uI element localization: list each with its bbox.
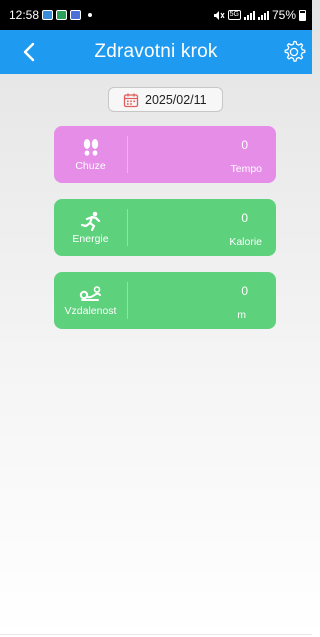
date-selector[interactable]: 2025/02/11 [108,87,223,112]
walk-card-unit: Tempo [230,163,262,175]
gear-icon [284,40,306,62]
distance-card[interactable]: Vzdalenost 0 m [54,272,276,329]
energy-card-label: Energie [72,232,109,245]
bottom-divider [0,634,312,635]
chevron-left-icon [23,42,35,62]
back-button[interactable] [18,40,40,64]
distance-card-left: Vzdalenost [54,272,127,329]
page-title: Zdravotni krok [94,41,218,62]
distance-card-unit: m [237,309,246,321]
status-right: 5G 75% [213,8,306,22]
energy-card-divider [127,209,128,246]
network-badge: 5G [227,10,241,20]
distance-icon [79,285,103,303]
signal-icon-2 [257,10,269,20]
energy-card[interactable]: Energie 0 Kalorie [54,199,276,256]
walk-card[interactable]: Chuze 0 Tempo [54,126,276,183]
energy-card-left: Energie [54,199,127,256]
energy-card-unit: Kalorie [229,236,262,248]
walk-card-label: Chuze [75,159,106,172]
notification-dot-icon [88,13,93,17]
status-bar: 12:58 5G 75% [0,0,312,30]
battery-icon [299,9,306,21]
footprints-icon [80,138,102,158]
distance-card-divider [127,282,128,319]
calendar-icon [123,93,139,107]
signal-icon [243,10,255,20]
notification-app-icon-3 [70,10,82,20]
walk-card-value: 0 [241,138,248,152]
distance-card-label: Vzdalenost [64,304,117,317]
date-value: 2025/02/11 [145,92,207,107]
distance-card-value: 0 [241,284,248,298]
status-left: 12:58 [9,8,93,22]
settings-button[interactable] [281,39,307,65]
notification-app-icon-2 [56,10,68,20]
walk-card-left: Chuze [54,126,127,183]
notification-app-icon [42,10,54,20]
app-header: Zdravotni krok [0,30,312,74]
walk-card-divider [127,136,128,173]
mute-icon [213,10,225,20]
energy-card-value: 0 [241,211,248,225]
running-icon [80,211,102,231]
status-time: 12:58 [9,8,40,22]
battery-percent: 75% [271,8,296,22]
